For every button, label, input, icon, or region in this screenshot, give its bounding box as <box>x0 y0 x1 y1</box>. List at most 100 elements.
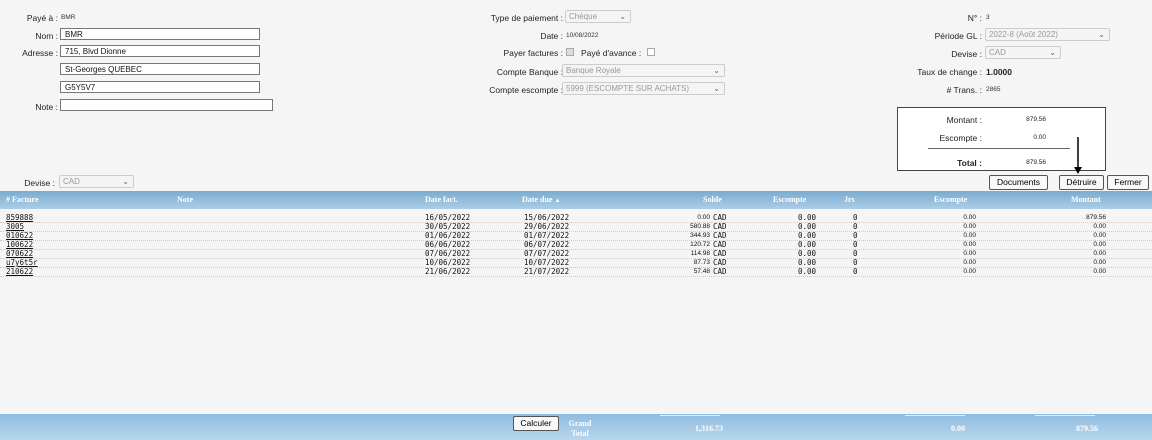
amount-cell[interactable]: 879.56 <box>1060 213 1106 222</box>
currency-select-bottom[interactable]: CAD ⌄ <box>59 175 134 188</box>
days-cell: 0 <box>853 267 858 276</box>
col-amount[interactable]: Montant <box>1071 191 1101 209</box>
due-date-cell: 06/07/2022 <box>524 240 570 249</box>
invoice-link[interactable]: 859888 <box>6 213 33 222</box>
days-cell: 0 <box>853 249 858 258</box>
invoice-link[interactable]: u7y6t5r <box>6 258 38 267</box>
period-value: 2022-8 (Août 2022) <box>989 30 1058 39</box>
number-value: 3 <box>986 14 990 21</box>
currency-cell: CAD <box>713 240 727 249</box>
date-value: 10/08/2022 <box>566 32 599 39</box>
chevron-down-icon: ⌄ <box>122 177 129 186</box>
totals-discount-label: Escompte : <box>939 133 982 143</box>
invoice-date-cell: 16/05/2022 <box>425 213 471 222</box>
amount-cell[interactable]: 0.00 <box>1060 249 1106 258</box>
balance-cell: 0.00 <box>697 214 710 221</box>
invoice-link[interactable]: 010622 <box>6 231 33 240</box>
days-cell: 0 <box>853 222 858 231</box>
days-cell: 0 <box>853 240 858 249</box>
col-invoice-date[interactable]: Date fact. <box>425 191 458 209</box>
invoice-date-cell: 30/05/2022 <box>425 222 471 231</box>
currency-select[interactable]: CAD ⌄ <box>985 46 1061 59</box>
col-balance[interactable]: Solde <box>703 191 722 209</box>
bank-account-select[interactable]: Banque Royale ⌄ <box>562 64 725 77</box>
amount-cell[interactable]: 0.00 <box>1060 222 1106 231</box>
amount-cell[interactable]: 0.00 <box>1060 267 1106 276</box>
currency-select-bottom-value: CAD <box>63 177 80 186</box>
invoice-link[interactable]: 210622 <box>6 267 33 276</box>
invoice-date-cell: 10/06/2022 <box>425 258 471 267</box>
discount2-cell: 0.00 <box>963 232 976 239</box>
table-footer: Grand Total 1,316.73 0.00 879.56 <box>0 414 1152 440</box>
table-row: 210622 21/06/2022 21/07/2022 57.48 CAD 0… <box>0 267 1152 277</box>
invoice-date-cell: 21/06/2022 <box>425 267 471 276</box>
invoice-link[interactable]: 3005 <box>6 222 24 231</box>
due-date-cell: 10/07/2022 <box>524 258 570 267</box>
payment-type-value: Chèque <box>569 12 598 21</box>
discount-cell: 0.00 <box>797 231 816 240</box>
exchange-rate-value: 1.0000 <box>986 67 1012 77</box>
col-discount[interactable]: Escompte <box>773 191 806 209</box>
col-discount-2[interactable]: Escompte <box>934 191 967 209</box>
address-label: Adresse : <box>22 48 58 58</box>
number-label: N° : <box>967 13 982 23</box>
totals-discount-value: 0.00 <box>1033 134 1046 141</box>
close-button[interactable]: Fermer <box>1107 175 1149 190</box>
address-line2-field[interactable]: St-Georges QUEBEC <box>60 63 260 75</box>
pay-invoices-checkbox[interactable] <box>566 48 574 56</box>
totals-total-label: Total : <box>957 158 982 168</box>
address-line3-field[interactable]: G5Y5V7 <box>60 81 260 93</box>
amount-cell[interactable]: 0.00 <box>1060 231 1106 240</box>
balance-cell: 87.73 <box>693 259 710 266</box>
trans-value: 2865 <box>986 86 1001 93</box>
discount2-cell: 0.00 <box>963 214 976 221</box>
currency-cell: CAD <box>713 231 727 240</box>
address-line1-field[interactable]: 715, Blvd Dionne <box>60 45 260 57</box>
calculate-button[interactable]: Calculer <box>513 416 559 431</box>
footer-divider <box>660 415 720 416</box>
trans-label: # Trans. : <box>946 85 982 95</box>
balance-cell: 57.48 <box>693 268 710 275</box>
discount-cell: 0.00 <box>797 222 816 231</box>
col-due-date[interactable]: Date due ▲ <box>522 191 560 209</box>
discount-cell: 0.00 <box>797 240 816 249</box>
col-due-date-label: Date due <box>522 195 553 204</box>
due-date-cell: 07/07/2022 <box>524 249 570 258</box>
arrow-down-icon <box>1074 137 1082 174</box>
discount-total: 0.00 <box>951 424 965 433</box>
paid-advance-label: Payé d'avance : <box>581 48 642 58</box>
payment-type-select[interactable]: Chèque ⌄ <box>565 10 631 23</box>
documents-button[interactable]: Documents <box>989 175 1048 190</box>
discount-cell: 0.00 <box>797 267 816 276</box>
chevron-down-icon: ⌄ <box>619 12 626 21</box>
col-days[interactable]: Jrs <box>844 191 855 209</box>
invoice-date-cell: 01/06/2022 <box>425 231 471 240</box>
currency-cell: CAD <box>713 222 727 231</box>
amount-cell[interactable]: 0.00 <box>1060 258 1106 267</box>
invoice-link[interactable]: 100622 <box>6 240 33 249</box>
discount2-cell: 0.00 <box>963 268 976 275</box>
delete-button[interactable]: Détruire <box>1059 175 1104 190</box>
amount-cell[interactable]: 0.00 <box>1060 240 1106 249</box>
currency-value: CAD <box>989 48 1006 57</box>
payee-value: BMR <box>61 14 76 21</box>
paid-advance-checkbox[interactable] <box>647 48 655 56</box>
discount-account-select[interactable]: 5999 (ESCOMPTE SUR ACHATS) ⌄ <box>562 82 725 95</box>
footer-divider <box>1035 415 1095 416</box>
amount-total: 879.56 <box>1076 424 1098 433</box>
exchange-rate-label: Taux de change : <box>917 67 982 77</box>
payee-label: Payé à : <box>26 13 58 23</box>
name-field[interactable]: BMR <box>60 28 260 40</box>
balance-cell: 344.93 <box>690 232 710 239</box>
chevron-down-icon: ⌄ <box>713 84 720 93</box>
discount-account-label: Compte escompte : <box>489 85 563 95</box>
col-note[interactable]: Note <box>177 191 193 209</box>
period-select[interactable]: 2022-8 (Août 2022) ⌄ <box>985 28 1110 41</box>
col-invoice[interactable]: # Facture <box>6 191 39 209</box>
chevron-down-icon: ⌄ <box>1049 48 1056 57</box>
days-cell: 0 <box>853 231 858 240</box>
note-field[interactable] <box>60 99 273 111</box>
invoice-link[interactable]: 070622 <box>6 249 33 258</box>
discount2-cell: 0.00 <box>963 241 976 248</box>
discount2-cell: 0.00 <box>963 259 976 266</box>
